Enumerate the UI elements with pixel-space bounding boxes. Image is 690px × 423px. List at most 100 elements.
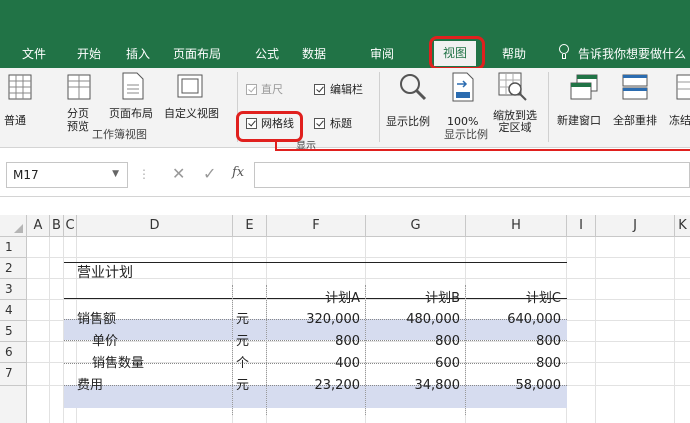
formula-bar-checkbox[interactable]	[314, 84, 325, 95]
new-window-icon[interactable]	[570, 74, 598, 100]
row-label-sales-qty[interactable]: 销售数量	[92, 353, 144, 374]
tab-home[interactable]: 开始	[77, 46, 101, 62]
zoom-magnifier-icon[interactable]	[398, 72, 428, 102]
workbook-views-group-label: 工作簿视图	[92, 128, 147, 141]
zoom-group-label: 显示比例	[444, 128, 488, 141]
column-header[interactable]: C	[64, 215, 77, 237]
column-header[interactable]: E	[233, 215, 267, 237]
ribbon-body: 普通 分页预览 页面布局 自定义视图 工作簿视图 直尺 编辑栏 网格线 标题 显…	[0, 68, 690, 152]
page-layout-icon[interactable]	[122, 72, 144, 100]
row-header[interactable]: 3	[0, 279, 27, 300]
gridline	[49, 237, 50, 423]
value-cell[interactable]: 34,800	[366, 375, 461, 396]
value-cell[interactable]: 800	[366, 331, 460, 352]
column-header[interactable]: D	[77, 215, 233, 237]
headings-label: 标题	[330, 117, 352, 130]
page-break-preview-button[interactable]: 分页预览	[67, 107, 91, 133]
select-all-corner[interactable]	[0, 215, 27, 237]
enter-icon[interactable]: ✓	[203, 164, 216, 183]
formula-input[interactable]	[254, 162, 690, 188]
insert-function-icon[interactable]: fx	[232, 165, 244, 180]
tab-formulas[interactable]: 公式	[255, 46, 279, 62]
name-box-value: M17	[13, 168, 39, 182]
name-box[interactable]: M17 ▼	[6, 162, 128, 188]
value-cell[interactable]: 320,000	[267, 309, 360, 330]
freeze-panes-icon[interactable]	[676, 74, 690, 100]
row-header[interactable]: 5	[0, 321, 27, 342]
table-column-divider	[232, 285, 233, 415]
zoom-button[interactable]: 显示比例	[386, 115, 430, 128]
gridlines-highlight	[236, 111, 303, 142]
arrange-all-icon[interactable]	[622, 74, 648, 100]
row-header[interactable]: 4	[0, 300, 27, 321]
ribbon-separator	[548, 72, 549, 142]
normal-view-icon[interactable]	[8, 74, 32, 100]
zoom-to-selection-button[interactable]: 缩放到选定区域	[493, 110, 537, 134]
tab-page-layout[interactable]: 页面布局	[173, 46, 221, 62]
value-cell[interactable]: 600	[366, 353, 460, 374]
zoom-100-icon[interactable]	[452, 72, 476, 102]
tab-file[interactable]: 文件	[22, 46, 46, 62]
value-cell[interactable]: 640,000	[466, 309, 561, 330]
custom-views-icon[interactable]	[177, 74, 203, 98]
row-label-expenses[interactable]: 费用	[77, 375, 103, 396]
lightbulb-icon	[559, 44, 569, 62]
freeze-panes-button[interactable]: 冻结窗格	[669, 114, 690, 127]
value-cell[interactable]: 800	[466, 353, 561, 374]
chevron-down-icon[interactable]: ▼	[112, 169, 119, 179]
unit-cell[interactable]: 个	[236, 353, 249, 374]
ruler-checkbox	[246, 84, 257, 95]
column-header[interactable]: A	[27, 215, 50, 237]
column-header-cell[interactable]: 计划A	[267, 288, 360, 309]
value-cell[interactable]: 400	[267, 353, 360, 374]
column-header[interactable]: B	[50, 215, 64, 237]
column-header-cell[interactable]: 计划C	[466, 288, 561, 309]
formula-bar-grip-icon: ⋮	[138, 167, 150, 181]
headings-checkbox[interactable]	[314, 118, 325, 129]
row-header[interactable]: 1	[0, 237, 27, 258]
tell-me-search[interactable]: 告诉我你想要做什么	[578, 46, 686, 62]
view-tab-highlight	[429, 36, 485, 70]
gridline	[674, 237, 675, 423]
page-layout-button[interactable]: 页面布局	[109, 107, 153, 120]
unit-cell[interactable]: 元	[236, 375, 249, 396]
row-header[interactable]: 7	[0, 363, 27, 386]
zoom-to-selection-icon[interactable]	[498, 72, 528, 102]
tab-insert[interactable]: 插入	[126, 46, 150, 62]
ruler-label: 直尺	[261, 83, 283, 96]
column-header[interactable]: F	[267, 215, 366, 237]
row-label-unit-price[interactable]: 单价	[92, 331, 118, 352]
normal-view-button[interactable]: 普通	[4, 114, 26, 127]
tab-review[interactable]: 审阅	[370, 46, 394, 62]
custom-views-button[interactable]: 自定义视图	[164, 107, 219, 120]
row-header[interactable]: 6	[0, 342, 27, 363]
page-break-preview-icon[interactable]	[67, 74, 91, 100]
column-header-cell[interactable]: 计划B	[366, 288, 460, 309]
formula-bar-label: 编辑栏	[330, 83, 363, 96]
row-label-sales[interactable]: 销售额	[77, 309, 116, 330]
new-window-button[interactable]: 新建窗口	[557, 114, 601, 127]
column-header[interactable]: G	[366, 215, 466, 237]
column-header[interactable]: J	[596, 215, 675, 237]
value-cell[interactable]: 23,200	[267, 375, 361, 396]
column-header[interactable]: H	[466, 215, 567, 237]
tab-help[interactable]: 帮助	[502, 46, 526, 62]
gridline	[595, 237, 596, 423]
value-cell[interactable]: 800	[267, 331, 360, 352]
cancel-icon[interactable]: ✕	[172, 164, 185, 183]
table-top-border	[64, 262, 567, 263]
value-cell[interactable]: 800	[466, 331, 561, 352]
column-header[interactable]: K	[675, 215, 690, 237]
unit-cell[interactable]: 元	[236, 309, 249, 330]
value-cell[interactable]: 480,000	[366, 309, 460, 330]
sheet-title[interactable]: 营业计划	[77, 263, 133, 284]
gridline	[27, 257, 690, 258]
row-header[interactable]: 2	[0, 258, 27, 279]
ribbon-separator	[379, 72, 380, 142]
unit-cell[interactable]: 元	[236, 331, 249, 352]
column-header[interactable]: I	[567, 215, 596, 237]
row-header	[0, 386, 27, 423]
value-cell[interactable]: 58,000	[466, 375, 562, 396]
arrange-all-button[interactable]: 全部重排	[613, 114, 657, 127]
tab-data[interactable]: 数据	[302, 46, 326, 62]
